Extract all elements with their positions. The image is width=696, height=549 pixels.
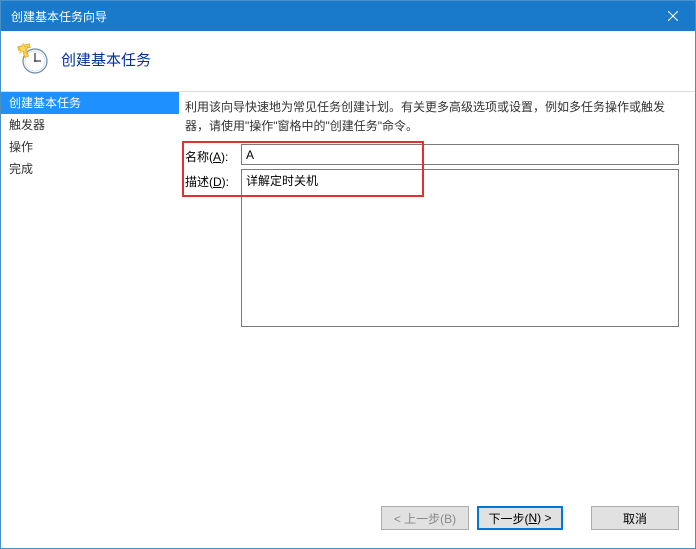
back-button: < 上一步(B) (381, 506, 469, 530)
next-button[interactable]: 下一步(N) > (477, 506, 563, 530)
desc-label: 描述(D): (185, 169, 241, 330)
wizard-footer: < 上一步(B) 下一步(N) > 取消 (1, 488, 695, 548)
close-icon (668, 11, 678, 21)
wizard-window: 创建基本任务向导 创建基本任务 创建基本任务 触发器 (0, 0, 696, 549)
close-button[interactable] (650, 1, 695, 31)
desc-input[interactable] (241, 169, 679, 327)
name-input[interactable] (241, 144, 679, 165)
wizard-body: 创建基本任务 触发器 操作 完成 利用该向导快速地为常见任务创建计划。有关更多高… (1, 92, 695, 488)
cancel-button[interactable]: 取消 (591, 506, 679, 530)
wizard-main: 利用该向导快速地为常见任务创建计划。有关更多高级选项或设置，例如多任务操作或触发… (179, 92, 695, 488)
clock-new-icon (17, 43, 49, 75)
sidebar-item-finish[interactable]: 完成 (1, 158, 179, 180)
window-title: 创建基本任务向导 (11, 8, 650, 25)
wizard-header: 创建基本任务 (1, 31, 695, 92)
form-area: 名称(A): 描述(D): (185, 144, 679, 334)
titlebar: 创建基本任务向导 (1, 1, 695, 31)
desc-row: 描述(D): (185, 169, 679, 330)
sidebar-item-action[interactable]: 操作 (1, 136, 179, 158)
sidebar-item-create-basic-task[interactable]: 创建基本任务 (1, 92, 179, 114)
wizard-page-title: 创建基本任务 (61, 49, 151, 70)
name-row: 名称(A): (185, 144, 679, 165)
name-label: 名称(A): (185, 144, 241, 165)
wizard-sidebar: 创建基本任务 触发器 操作 完成 (1, 92, 179, 488)
intro-text: 利用该向导快速地为常见任务创建计划。有关更多高级选项或设置，例如多任务操作或触发… (185, 98, 679, 136)
sidebar-item-trigger[interactable]: 触发器 (1, 114, 179, 136)
